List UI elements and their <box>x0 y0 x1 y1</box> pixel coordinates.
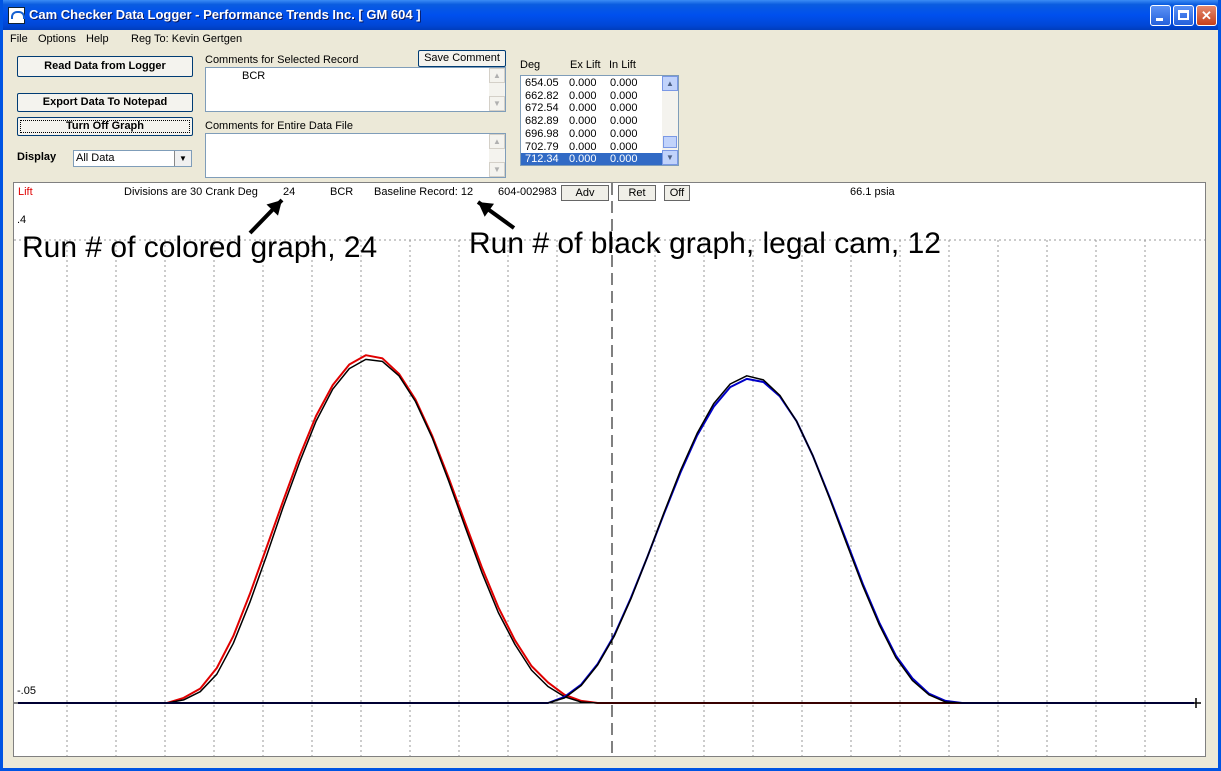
lift-chart <box>14 183 1205 756</box>
list-cell: 0.000 <box>610 140 638 153</box>
scroll-up-icon[interactable]: ▲ <box>662 76 678 91</box>
list-cell: 0.000 <box>569 153 597 166</box>
close-button[interactable]: ✕ <box>1196 5 1217 26</box>
list-cell: 662.82 <box>525 89 559 102</box>
off-button[interactable]: Off <box>664 185 690 201</box>
menu-bar: File Options Help Reg To: Kevin Gertgen <box>3 30 1218 48</box>
title-bar[interactable]: Cam Checker Data Logger - Performance Tr… <box>3 0 1218 30</box>
scroll-thumb[interactable] <box>663 136 677 148</box>
selected-comment-input[interactable]: BCR ▲ ▼ <box>205 67 506 112</box>
display-selected-value: All Data <box>76 152 115 164</box>
menu-file[interactable]: File <box>10 33 28 45</box>
arrow-black-run-head <box>478 202 494 217</box>
annotation-colored-run: Run # of colored graph, 24 <box>22 231 378 264</box>
lift-curve-3 <box>18 375 1194 704</box>
list-cell: 0.000 <box>569 102 597 115</box>
list-item[interactable]: 662.82 0.000 0.000 <box>521 90 663 103</box>
list-cell: 0.000 <box>610 115 638 128</box>
lift-curve-2 <box>18 377 1194 704</box>
annotation-black-run: Run # of black graph, legal cam, 12 <box>469 227 941 260</box>
adv-button[interactable]: Adv <box>561 185 609 201</box>
list-cell: 0.000 <box>610 127 638 140</box>
list-cell: 0.000 <box>569 127 597 140</box>
lift-graph-panel: Lift Divisions are 30 Crank Deg 24 BCR B… <box>13 182 1206 757</box>
minimize-icon <box>1156 18 1163 21</box>
y-axis-bottom-label: -.05 <box>17 685 36 697</box>
chevron-down-icon[interactable]: ▼ <box>174 151 191 166</box>
export-data-button[interactable]: Export Data To Notepad <box>17 93 193 112</box>
y-axis-top-label: .4 <box>17 214 27 226</box>
registration-label: Reg To: Kevin Gertgen <box>131 33 243 45</box>
scroll-up-icon[interactable]: ▲ <box>489 68 505 83</box>
file-comment-scrollbar[interactable]: ▲ ▼ <box>489 134 505 177</box>
list-item[interactable]: 654.05 0.000 0.000 <box>521 77 663 90</box>
list-cell: 0.000 <box>569 115 597 128</box>
header-deg: Deg <box>520 59 541 71</box>
list-cell: 0.000 <box>569 77 597 89</box>
list-cell: 682.89 <box>525 115 559 128</box>
file-comment-input[interactable]: ▲ ▼ <box>205 133 506 178</box>
cam-checker-app-icon[interactable] <box>8 7 25 24</box>
scroll-down-icon[interactable]: ▼ <box>662 150 678 165</box>
list-item[interactable]: 712.34 0.000 0.000 <box>521 153 663 166</box>
list-cell: 654.05 <box>525 77 559 89</box>
record-comment-text: BCR <box>330 186 354 198</box>
save-comment-button[interactable]: Save Comment <box>418 50 506 67</box>
list-item[interactable]: 682.89 0.000 0.000 <box>521 115 663 128</box>
app-window: Cam Checker Data Logger - Performance Tr… <box>0 0 1221 771</box>
selected-comment-text: BCR <box>242 70 266 82</box>
display-select[interactable]: All Data ▼ <box>73 150 192 167</box>
list-cell: 712.34 <box>525 153 559 166</box>
list-cell: 0.000 <box>569 89 597 102</box>
serial-number-text: 604-002983 <box>498 186 557 198</box>
selected-comment-label: Comments for Selected Record <box>205 54 359 66</box>
scroll-down-icon[interactable]: ▼ <box>489 162 505 177</box>
list-item[interactable]: 672.54 0.000 0.000 <box>521 102 663 115</box>
baseline-record-text: Baseline Record: 12 <box>374 186 474 198</box>
menu-options[interactable]: Options <box>38 33 76 45</box>
scroll-down-icon[interactable]: ▼ <box>489 96 505 111</box>
window-title: Cam Checker Data Logger - Performance Tr… <box>29 7 421 22</box>
maximize-icon <box>1178 10 1189 20</box>
ret-button[interactable]: Ret <box>618 185 656 201</box>
list-item[interactable]: 702.79 0.000 0.000 <box>521 141 663 154</box>
maximize-button[interactable] <box>1173 5 1194 26</box>
turn-off-graph-button[interactable]: Turn Off Graph <box>17 117 193 136</box>
pressure-readout: 66.1 psia <box>850 186 895 198</box>
lift-data-scrollbar[interactable]: ▲ ▼ <box>662 76 678 165</box>
list-cell: 672.54 <box>525 102 559 115</box>
display-label: Display <box>17 151 57 163</box>
list-cell: 0.000 <box>569 140 597 153</box>
header-ex-lift: Ex Lift <box>570 59 601 71</box>
scroll-up-icon[interactable]: ▲ <box>489 134 505 149</box>
close-icon: ✕ <box>1201 8 1212 23</box>
minimize-button[interactable] <box>1150 5 1171 26</box>
list-item[interactable]: 696.98 0.000 0.000 <box>521 128 663 141</box>
list-cell: 702.79 <box>525 140 559 153</box>
read-data-button[interactable]: Read Data from Logger <box>17 56 193 77</box>
lift-axis-label: Lift <box>18 186 33 198</box>
list-cell: 0.000 <box>610 89 638 102</box>
file-comment-label: Comments for Entire Data File <box>205 120 353 132</box>
list-cell: 0.000 <box>610 77 638 89</box>
list-cell: 0.000 <box>610 153 638 166</box>
lift-data-list[interactable]: 654.05 0.000 0.000 662.82 0.000 0.000 672.54 0.… <box>520 75 679 166</box>
header-in-lift: In Lift <box>609 59 636 71</box>
list-cell: 0.000 <box>610 102 638 115</box>
selected-comment-scrollbar[interactable]: ▲ ▼ <box>489 68 505 111</box>
menu-help[interactable]: Help <box>86 33 109 45</box>
divisions-text: Divisions are 30 Crank Deg <box>124 186 258 198</box>
list-cell: 696.98 <box>525 127 559 140</box>
run-number-text: 24 <box>283 186 296 198</box>
